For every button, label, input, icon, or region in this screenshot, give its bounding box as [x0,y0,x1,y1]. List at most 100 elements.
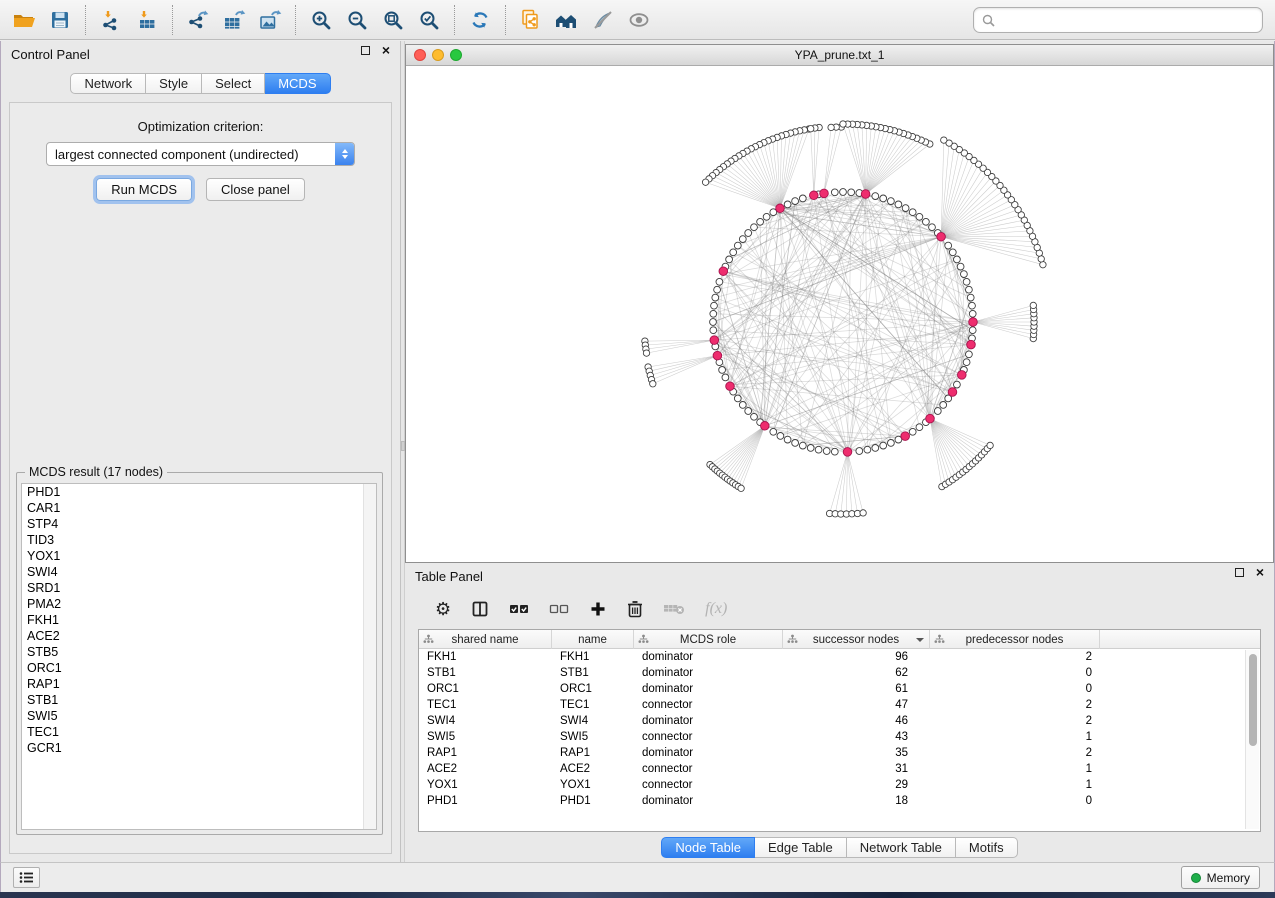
table-row[interactable]: ORC1ORC1dominator610 [419,681,1260,697]
network-node[interactable] [831,189,838,196]
table-row[interactable]: SWI4SWI4dominator462 [419,713,1260,729]
float-table-panel-icon[interactable] [1235,568,1244,577]
network-node[interactable] [784,201,791,208]
zoom-out-button[interactable] [339,4,375,36]
network-canvas[interactable] [406,66,1273,562]
tab-edge-table[interactable]: Edge Table [755,837,847,858]
table-row[interactable]: PHD1PHD1dominator180 [419,793,1260,809]
mcds-result-item[interactable]: STB5 [22,644,376,660]
mcds-node[interactable] [713,351,722,360]
network-node[interactable] [751,224,758,231]
mcds-result-item[interactable]: SWI5 [22,708,376,724]
tab-select[interactable]: Select [202,73,265,94]
add-column-button[interactable] [589,600,607,618]
network-node[interactable] [792,440,799,447]
network-node[interactable] [969,302,976,309]
mcds-result-item[interactable]: TEC1 [22,724,376,740]
satellite-node[interactable] [738,485,744,491]
network-node[interactable] [840,189,847,196]
tab-node-table[interactable]: Node Table [661,837,755,858]
satellite-node[interactable] [808,126,814,132]
criterion-dropdown[interactable]: largest connected component (undirected) [46,142,355,166]
column-header-name[interactable]: name [552,630,634,649]
network-node[interactable] [954,381,961,388]
network-node[interactable] [864,446,871,453]
network-node[interactable] [966,351,973,358]
column-header-successor-nodes[interactable]: successor nodes [783,630,930,649]
memory-button[interactable]: Memory [1181,866,1260,889]
vertical-splitter[interactable] [401,41,405,862]
satellite-node[interactable] [840,121,846,127]
delete-column-button[interactable] [627,600,643,618]
import-table-button[interactable] [129,4,165,36]
network-node[interactable] [710,319,717,326]
network-node[interactable] [880,195,887,202]
network-node[interactable] [969,327,976,334]
network-node[interactable] [954,256,961,263]
network-node[interactable] [763,213,770,220]
network-node[interactable] [799,195,806,202]
tab-mcds[interactable]: MCDS [265,73,330,94]
network-node[interactable] [909,209,916,216]
column-visibility-button[interactable] [471,600,489,618]
network-node[interactable] [831,448,838,455]
column-header-predecessor-nodes[interactable]: predecessor nodes [930,630,1100,649]
first-neighbors-button[interactable] [549,4,585,36]
network-node[interactable] [714,286,721,293]
network-node[interactable] [770,428,777,435]
tab-network-table[interactable]: Network Table [847,837,956,858]
zoom-fit-button[interactable] [375,4,411,36]
network-node[interactable] [722,374,729,381]
network-titlebar[interactable]: YPA_prune.txt_1 [406,45,1273,66]
network-node[interactable] [895,201,902,208]
network-node[interactable] [745,230,752,237]
mcds-node[interactable] [967,340,976,349]
network-node[interactable] [888,440,895,447]
mcds-node[interactable] [761,422,770,431]
mcds-result-item[interactable]: TID3 [22,532,376,548]
node-table[interactable]: shared namenameMCDS rolesuccessor nodesp… [418,629,1261,832]
table-row[interactable]: TEC1TEC1connector472 [419,697,1260,713]
network-node[interactable] [823,448,830,455]
network-node[interactable] [880,442,887,449]
network-node[interactable] [807,445,814,452]
network-node[interactable] [716,278,723,285]
show-graphics-button[interactable] [621,4,657,36]
function-builder-button[interactable]: f(x) [705,600,727,618]
mcds-node[interactable] [861,190,870,199]
network-node[interactable] [815,446,822,453]
tab-motifs[interactable]: Motifs [956,837,1018,858]
close-panel-icon[interactable]: × [382,46,390,55]
mcds-result-item[interactable]: CAR1 [22,500,376,516]
satellite-node[interactable] [941,137,947,143]
network-node[interactable] [902,205,909,212]
float-panel-icon[interactable] [361,46,370,55]
network-node[interactable] [934,408,941,415]
delete-table-button[interactable] [663,602,685,616]
table-scrollbar[interactable] [1245,650,1259,829]
network-node[interactable] [957,263,964,270]
table-row[interactable]: STB1STB1dominator620 [419,665,1260,681]
table-row[interactable]: YOX1YOX1connector291 [419,777,1260,793]
mcds-node[interactable] [843,448,852,457]
mcds-node[interactable] [937,232,946,241]
mcds-node[interactable] [948,388,957,397]
search-field[interactable] [973,7,1263,33]
mcds-node[interactable] [810,191,819,200]
table-row[interactable]: FKH1FKH1dominator962 [419,649,1260,665]
mcds-result-item[interactable]: STB1 [22,692,376,708]
satellite-node[interactable] [650,381,656,387]
mcds-node[interactable] [719,267,728,276]
mcds-result-item[interactable]: ORC1 [22,660,376,676]
network-node[interactable] [710,310,717,317]
zoom-in-button[interactable] [303,4,339,36]
save-session-button[interactable] [42,4,78,36]
tab-style[interactable]: Style [146,73,202,94]
mcds-node[interactable] [926,414,935,423]
import-network-button[interactable] [93,4,129,36]
mcds-result-item[interactable]: SWI4 [22,564,376,580]
mcds-node[interactable] [710,336,719,345]
close-panel-button[interactable]: Close panel [206,178,305,201]
network-node[interactable] [734,395,741,402]
deselect-all-button[interactable] [549,602,569,616]
